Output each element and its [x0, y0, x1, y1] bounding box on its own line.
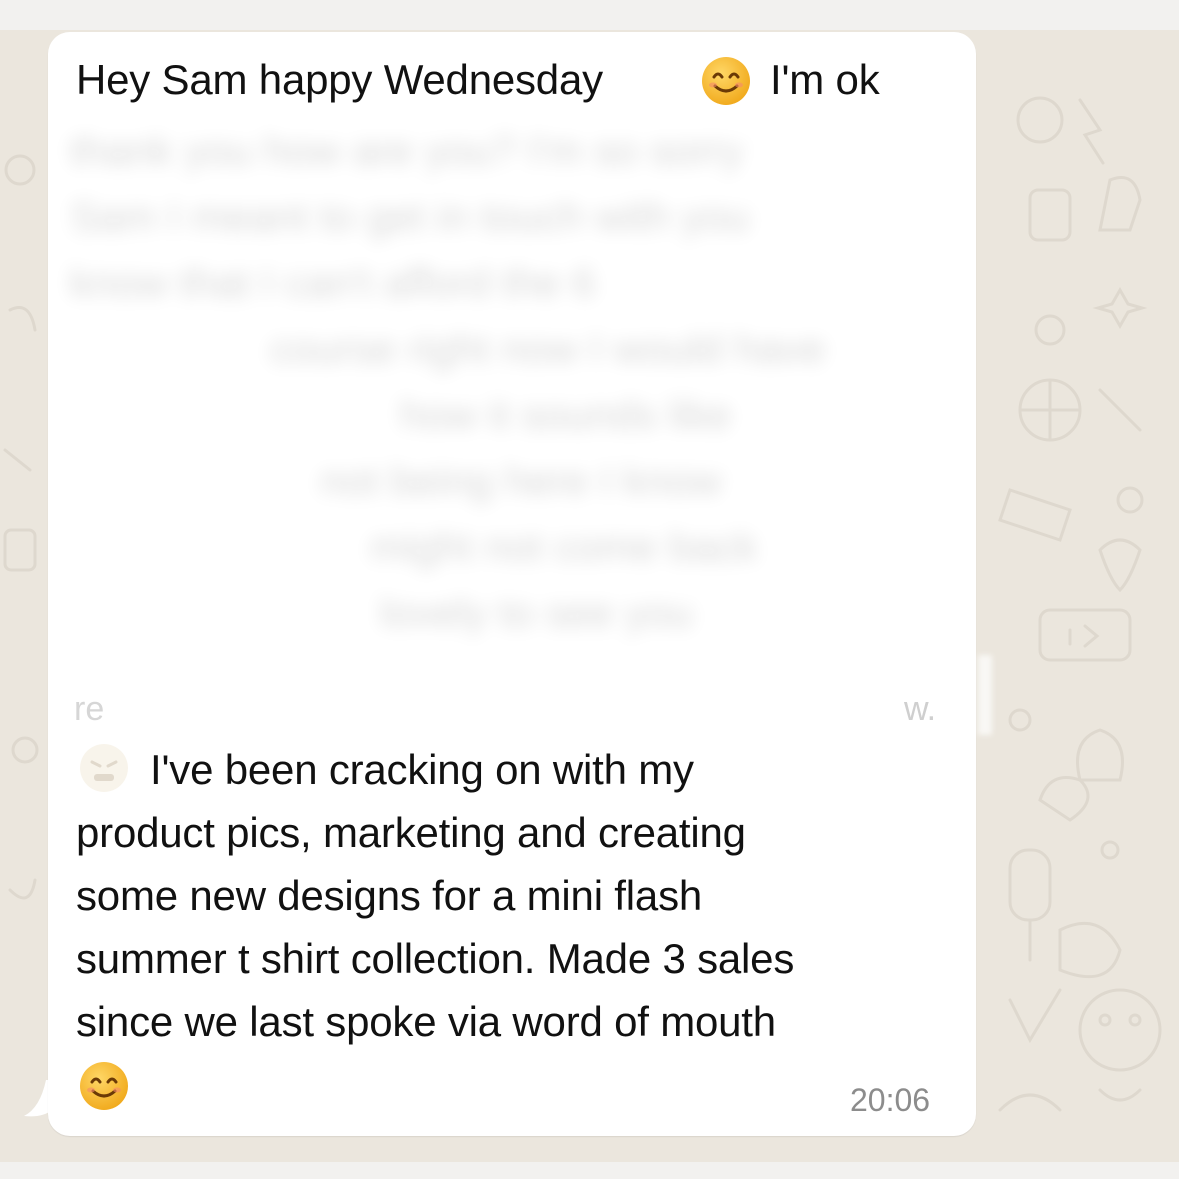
top-strip [0, 0, 1179, 30]
message-body-line: since we last spoke via word of mouth [76, 998, 776, 1045]
smiling-face-emoji-icon [80, 1062, 128, 1110]
blurred-line: Sam I meant to get in touch with you [70, 193, 750, 240]
edge-smudge [978, 655, 992, 735]
message-body-line: I've been cracking on with my [150, 746, 694, 793]
message-line-1: Hey Sam happy Wednesday [76, 56, 603, 104]
message-timestamp: 20:06 [850, 1082, 931, 1118]
faded-face-emoji-icon [80, 744, 128, 792]
blurred-line: lovely to see you [380, 589, 693, 636]
message-body-line: summer t shirt collection. Made 3 sales [76, 935, 795, 982]
message-line-1-suffix: I'm ok [770, 56, 880, 103]
blurred-line: thank you how are you? I'm so sorry [70, 127, 744, 174]
faded-text-right: w. [904, 690, 937, 728]
smiling-face-emoji-icon [702, 57, 750, 105]
blurred-line: how it sounds like [400, 391, 732, 438]
blurred-message-text: thank you how are you? I'm so sorry Sam … [70, 118, 960, 738]
blurred-line: might not come back [370, 523, 758, 570]
blurred-line: know that I can't afford the 6 [70, 259, 596, 306]
message-body-line: product pics, marketing and creating [76, 809, 746, 856]
message-line-1-prefix: Hey Sam happy Wednesday [76, 56, 603, 103]
message-body-line: some new designs for a mini flash [76, 872, 703, 919]
blurred-line: not being here I know [320, 457, 722, 504]
blurred-line: course right now I would have [270, 325, 826, 372]
faded-text-left: re [74, 690, 105, 728]
bottom-strip [0, 1162, 1179, 1179]
